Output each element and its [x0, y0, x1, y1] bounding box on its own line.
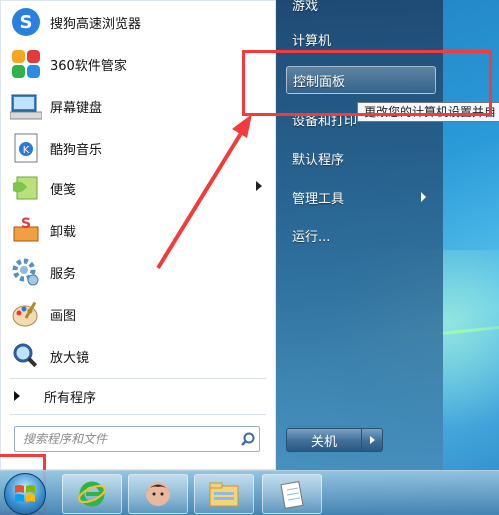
windows-logo-icon: [15, 485, 35, 502]
taskbar-explorer-button[interactable]: [194, 474, 254, 514]
internet-explorer-icon: [78, 481, 106, 507]
taskbar: [0, 470, 499, 515]
taskbar-user-button[interactable]: [128, 474, 188, 514]
user-avatar-icon: [146, 482, 170, 506]
annotation-arrow: [156, 114, 252, 270]
start-orb-button[interactable]: [4, 473, 46, 515]
taskbar-ie-button[interactable]: [62, 474, 122, 514]
taskbar-notepad-button[interactable]: [262, 474, 322, 514]
folder-icon: [209, 482, 239, 507]
notepad-icon: [280, 481, 304, 509]
